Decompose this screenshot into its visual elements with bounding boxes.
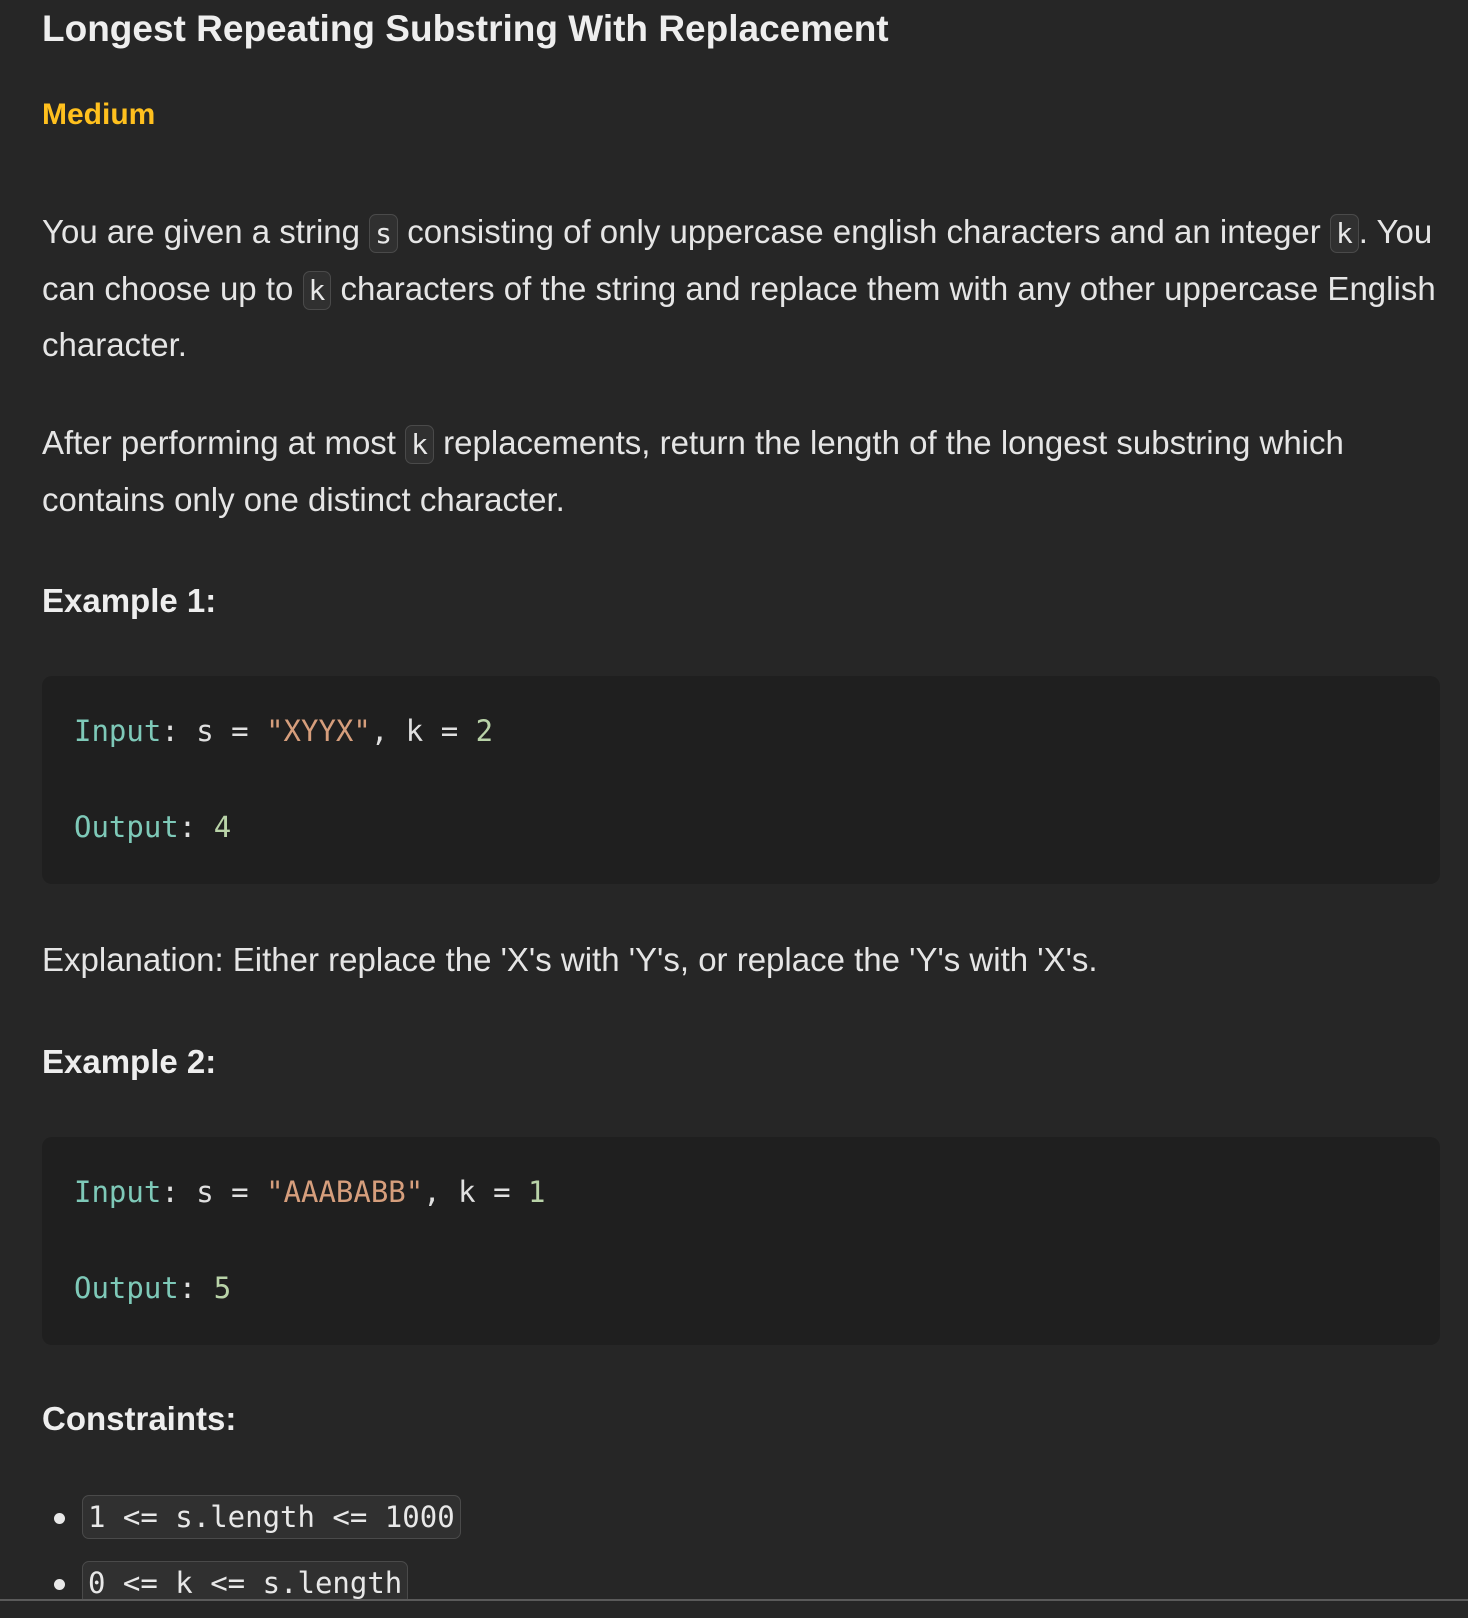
var-k: k xyxy=(405,714,424,748)
difficulty-badge: Medium xyxy=(42,98,156,131)
output-label: Output xyxy=(74,810,179,844)
input-s-value: "AAABABB" xyxy=(266,1175,424,1209)
example-2-title: Example 2: xyxy=(42,1043,217,1080)
example-1-explanation: Explanation: Either replace the 'X's wit… xyxy=(42,941,1098,978)
output-value: 4 xyxy=(213,810,232,844)
inline-code-s: s xyxy=(369,214,399,253)
input-k-value: 1 xyxy=(528,1175,546,1209)
var-s: s xyxy=(196,714,214,748)
example-2-code-block: Input: s = "AAABABB", k = 1 Output: 5 xyxy=(42,1137,1440,1345)
example-1-title: Example 1: xyxy=(42,582,217,619)
example-1-input-line: Input: s = "XYYX", k = 2 xyxy=(74,714,494,748)
output-value: 5 xyxy=(213,1271,232,1305)
problem-title: Longest Repeating Substring With Replace… xyxy=(42,8,889,49)
inline-code-k: k xyxy=(302,270,332,310)
input-label: Input xyxy=(74,1175,162,1209)
bullet-icon xyxy=(54,1579,65,1590)
bullet-icon xyxy=(54,1513,65,1524)
example-2-output-line: Output: 5 xyxy=(74,1271,232,1305)
var-s: s xyxy=(196,1175,214,1209)
description-paragraph-1: You are given a string s consisting of o… xyxy=(42,205,1442,373)
inline-code-k: k xyxy=(1329,214,1359,253)
panel-footer-mask xyxy=(0,1601,1468,1618)
var-k: k xyxy=(458,1175,476,1209)
desc-text: You are given a string xyxy=(42,213,370,250)
input-label: Input xyxy=(74,714,162,748)
desc-text: After performing at most xyxy=(42,424,406,461)
example-2-input-line: Input: s = "AAABABB", k = 1 xyxy=(74,1175,546,1209)
constraint-item: 1 <= s.length <= 1000 xyxy=(48,1495,461,1561)
example-1-code-block: Input: s = "XYYX", k = 2 Output: 4 xyxy=(42,676,1440,884)
example-1-output-line: Output: 4 xyxy=(74,810,232,844)
inline-code-k: k xyxy=(405,425,434,464)
output-label: Output xyxy=(74,1271,179,1305)
desc-text: consisting of only uppercase english cha… xyxy=(398,213,1330,250)
input-k-value: 2 xyxy=(475,714,494,748)
input-s-value: "XYYX" xyxy=(266,714,371,748)
constraint-code: 1 <= s.length <= 1000 xyxy=(82,1495,461,1539)
constraints-title: Constraints: xyxy=(42,1400,237,1437)
description-paragraph-2: After performing at most k replacements,… xyxy=(42,416,1442,527)
